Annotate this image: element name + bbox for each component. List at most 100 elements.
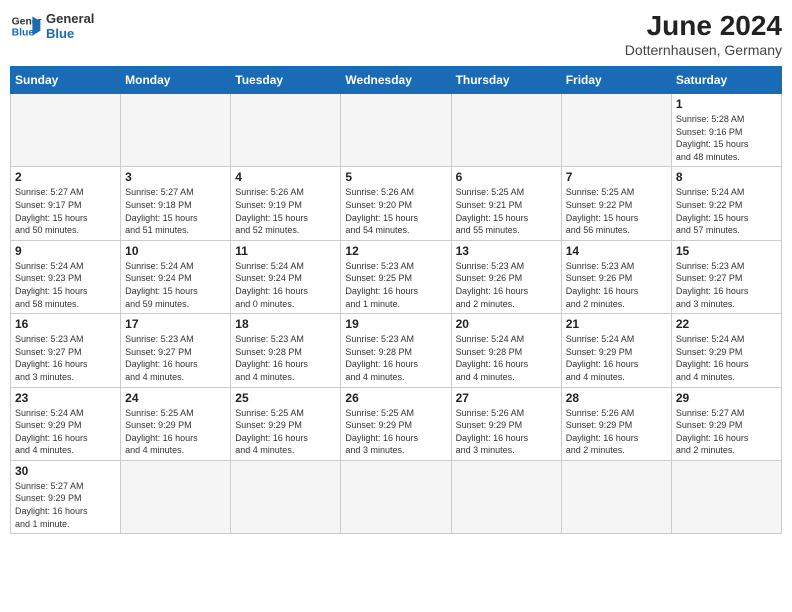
title-area: June 2024 Dotternhausen, Germany	[625, 10, 782, 58]
day-number: 6	[456, 170, 557, 184]
logo: General Blue General Blue	[10, 10, 94, 42]
day-info: Sunrise: 5:24 AM Sunset: 9:23 PM Dayligh…	[15, 260, 116, 310]
day-info: Sunrise: 5:23 AM Sunset: 9:28 PM Dayligh…	[235, 333, 336, 383]
calendar-cell: 4Sunrise: 5:26 AM Sunset: 9:19 PM Daylig…	[231, 167, 341, 240]
calendar-cell: 18 Sunrise: 5:23 AM Sunset: 9:28 PM Dayli…	[231, 314, 341, 387]
day-number: 25	[235, 391, 336, 405]
calendar-cell	[121, 460, 231, 533]
day-number: 13	[456, 244, 557, 258]
calendar-cell	[121, 94, 231, 167]
day-info: Sunrise: 5:26 AM Sunset: 9:20 PM Dayligh…	[345, 186, 446, 236]
calendar-cell: 25 Sunrise: 5:25 AM Sunset: 9:29 PM Dayli…	[231, 387, 341, 460]
calendar-cell: 21 Sunrise: 5:24 AM Sunset: 9:29 PM Dayli…	[561, 314, 671, 387]
day-info: Sunrise: 5:25 AM Sunset: 9:22 PM Dayligh…	[566, 186, 667, 236]
day-number: 8	[676, 170, 777, 184]
calendar-cell	[561, 94, 671, 167]
calendar-cell: 5 Sunrise: 5:26 AM Sunset: 9:20 PM Daylig…	[341, 167, 451, 240]
calendar-week-row: 30Sunrise: 5:27 AM Sunset: 9:29 PM Dayli…	[11, 460, 782, 533]
calendar-cell: 11 Sunrise: 5:24 AM Sunset: 9:24 PM Dayli…	[231, 240, 341, 313]
day-number: 14	[566, 244, 667, 258]
calendar-cell: 14 Sunrise: 5:23 AM Sunset: 9:26 PM Dayli…	[561, 240, 671, 313]
logo-blue-text: Blue	[46, 26, 94, 41]
month-year-title: June 2024	[625, 10, 782, 42]
calendar-cell: 28Sunrise: 5:26 AM Sunset: 9:29 PM Dayli…	[561, 387, 671, 460]
weekday-header-saturday: Saturday	[671, 67, 781, 94]
svg-text:Blue: Blue	[12, 28, 35, 39]
weekday-header-sunday: Sunday	[11, 67, 121, 94]
day-info: Sunrise: 5:24 AM Sunset: 9:29 PM Dayligh…	[15, 407, 116, 457]
day-number: 27	[456, 391, 557, 405]
day-number: 12	[345, 244, 446, 258]
calendar-cell: 27 Sunrise: 5:26 AM Sunset: 9:29 PM Dayli…	[451, 387, 561, 460]
day-info: Sunrise: 5:24 AM Sunset: 9:29 PM Dayligh…	[566, 333, 667, 383]
day-number: 3	[125, 170, 226, 184]
calendar-cell: 19 Sunrise: 5:23 AM Sunset: 9:28 PM Dayli…	[341, 314, 451, 387]
calendar-cell	[11, 94, 121, 167]
day-info: Sunrise: 5:24 AM Sunset: 9:24 PM Dayligh…	[235, 260, 336, 310]
day-info: Sunrise: 5:27 AM Sunset: 9:29 PM Dayligh…	[15, 480, 116, 530]
page-header: General Blue General Blue June 2024 Dott…	[10, 10, 782, 58]
day-info: Sunrise: 5:28 AM Sunset: 9:16 PM Dayligh…	[676, 113, 777, 163]
calendar-cell: 6 Sunrise: 5:25 AM Sunset: 9:21 PM Daylig…	[451, 167, 561, 240]
day-number: 26	[345, 391, 446, 405]
calendar-cell: 23 Sunrise: 5:24 AM Sunset: 9:29 PM Dayli…	[11, 387, 121, 460]
day-number: 1	[676, 97, 777, 111]
calendar-cell: 2Sunrise: 5:27 AM Sunset: 9:17 PM Daylig…	[11, 167, 121, 240]
calendar-cell	[341, 94, 451, 167]
weekday-header-friday: Friday	[561, 67, 671, 94]
day-info: Sunrise: 5:23 AM Sunset: 9:27 PM Dayligh…	[676, 260, 777, 310]
day-number: 5	[345, 170, 446, 184]
day-number: 20	[456, 317, 557, 331]
calendar-cell: 26 Sunrise: 5:25 AM Sunset: 9:29 PM Dayli…	[341, 387, 451, 460]
calendar-week-row: 1 Sunrise: 5:28 AM Sunset: 9:16 PM Daylig…	[11, 94, 782, 167]
calendar-cell: 7 Sunrise: 5:25 AM Sunset: 9:22 PM Daylig…	[561, 167, 671, 240]
calendar-cell: 13Sunrise: 5:23 AM Sunset: 9:26 PM Dayli…	[451, 240, 561, 313]
day-info: Sunrise: 5:23 AM Sunset: 9:28 PM Dayligh…	[345, 333, 446, 383]
calendar-cell	[341, 460, 451, 533]
weekday-header-thursday: Thursday	[451, 67, 561, 94]
day-number: 22	[676, 317, 777, 331]
day-number: 7	[566, 170, 667, 184]
calendar-cell: 8Sunrise: 5:24 AM Sunset: 9:22 PM Daylig…	[671, 167, 781, 240]
day-info: Sunrise: 5:23 AM Sunset: 9:26 PM Dayligh…	[566, 260, 667, 310]
calendar-cell	[451, 460, 561, 533]
day-number: 24	[125, 391, 226, 405]
day-number: 29	[676, 391, 777, 405]
calendar-cell: 1 Sunrise: 5:28 AM Sunset: 9:16 PM Daylig…	[671, 94, 781, 167]
calendar-cell: 30Sunrise: 5:27 AM Sunset: 9:29 PM Dayli…	[11, 460, 121, 533]
day-info: Sunrise: 5:24 AM Sunset: 9:29 PM Dayligh…	[676, 333, 777, 383]
day-info: Sunrise: 5:27 AM Sunset: 9:18 PM Dayligh…	[125, 186, 226, 236]
calendar-cell: 12Sunrise: 5:23 AM Sunset: 9:25 PM Dayli…	[341, 240, 451, 313]
day-number: 10	[125, 244, 226, 258]
day-number: 18	[235, 317, 336, 331]
day-info: Sunrise: 5:24 AM Sunset: 9:28 PM Dayligh…	[456, 333, 557, 383]
day-number: 9	[15, 244, 116, 258]
day-info: Sunrise: 5:25 AM Sunset: 9:21 PM Dayligh…	[456, 186, 557, 236]
logo-icon: General Blue	[10, 10, 42, 42]
calendar-cell: 24Sunrise: 5:25 AM Sunset: 9:29 PM Dayli…	[121, 387, 231, 460]
calendar-week-row: 2Sunrise: 5:27 AM Sunset: 9:17 PM Daylig…	[11, 167, 782, 240]
calendar-cell: 9 Sunrise: 5:24 AM Sunset: 9:23 PM Daylig…	[11, 240, 121, 313]
day-info: Sunrise: 5:27 AM Sunset: 9:29 PM Dayligh…	[676, 407, 777, 457]
day-info: Sunrise: 5:23 AM Sunset: 9:27 PM Dayligh…	[125, 333, 226, 383]
day-number: 21	[566, 317, 667, 331]
calendar-cell	[231, 460, 341, 533]
calendar-cell	[451, 94, 561, 167]
calendar-cell	[671, 460, 781, 533]
weekday-header-tuesday: Tuesday	[231, 67, 341, 94]
day-info: Sunrise: 5:26 AM Sunset: 9:29 PM Dayligh…	[456, 407, 557, 457]
calendar-cell: 29 Sunrise: 5:27 AM Sunset: 9:29 PM Dayli…	[671, 387, 781, 460]
day-info: Sunrise: 5:25 AM Sunset: 9:29 PM Dayligh…	[345, 407, 446, 457]
day-number: 23	[15, 391, 116, 405]
calendar-cell: 16Sunrise: 5:23 AM Sunset: 9:27 PM Dayli…	[11, 314, 121, 387]
weekday-header-row: SundayMondayTuesdayWednesdayThursdayFrid…	[11, 67, 782, 94]
day-number: 11	[235, 244, 336, 258]
calendar-cell: 17Sunrise: 5:23 AM Sunset: 9:27 PM Dayli…	[121, 314, 231, 387]
day-number: 2	[15, 170, 116, 184]
calendar-cell	[561, 460, 671, 533]
day-info: Sunrise: 5:25 AM Sunset: 9:29 PM Dayligh…	[235, 407, 336, 457]
calendar-week-row: 23 Sunrise: 5:24 AM Sunset: 9:29 PM Dayli…	[11, 387, 782, 460]
calendar-cell: 15Sunrise: 5:23 AM Sunset: 9:27 PM Dayli…	[671, 240, 781, 313]
day-number: 19	[345, 317, 446, 331]
calendar-cell	[231, 94, 341, 167]
